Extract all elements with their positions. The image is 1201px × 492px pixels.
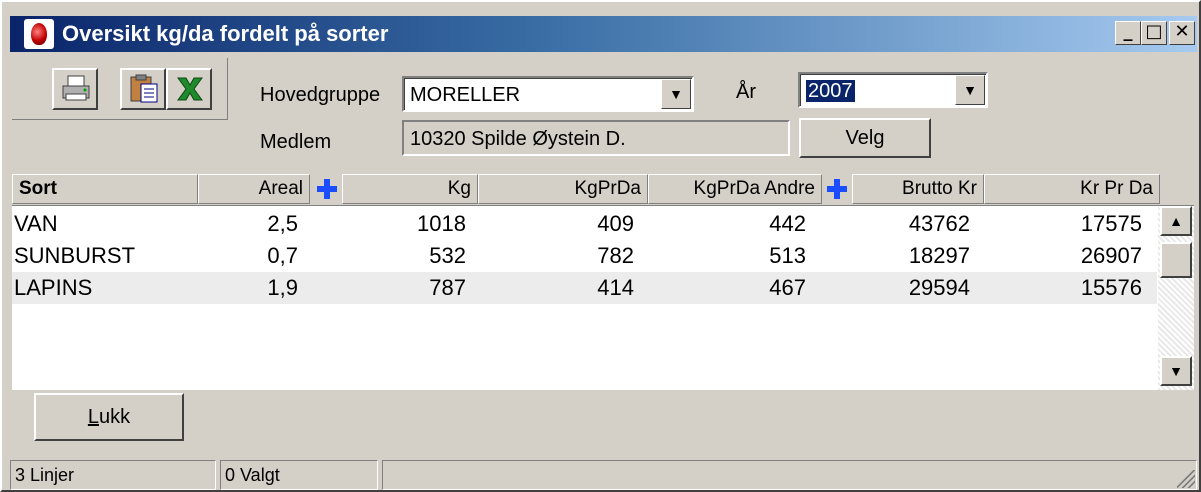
cell-kgprda-andre: 442 (769, 211, 806, 236)
cell-sort: LAPINS (14, 275, 93, 300)
hovedgruppe-value: MORELLER (410, 84, 521, 106)
cell-kgprda-andre: 467 (769, 275, 806, 300)
toolbar (12, 58, 228, 120)
table-row[interactable]: SUNBURST 0,7 532 782 513 18297 26907 (12, 240, 1157, 272)
app-cherry-icon (24, 19, 54, 49)
col-header-kg[interactable]: Kg (342, 174, 478, 204)
lukk-mnemonic: L (87, 406, 99, 428)
plus-icon[interactable] (826, 178, 848, 200)
maximize-button[interactable]: □ (1141, 21, 1167, 45)
aar-value: 2007 (806, 80, 855, 102)
cell-sort: VAN (14, 211, 58, 236)
resize-grip-icon[interactable] (1177, 470, 1195, 488)
grid-header: Sort Areal Kg KgPrDa KgPrDa Andre Brutto… (12, 172, 1194, 206)
col-header-sort[interactable]: Sort (12, 174, 198, 204)
close-button[interactable]: ✕ (1169, 21, 1195, 45)
status-selected: 0 Valgt (220, 460, 378, 490)
minimize-button[interactable]: _ (1115, 21, 1141, 45)
cell-sort: SUNBURST (14, 243, 136, 268)
scroll-thumb[interactable] (1160, 242, 1192, 278)
cell-kgprda-andre: 513 (769, 243, 806, 268)
status-extra (382, 460, 1197, 490)
cell-kr-pr-da: 17575 (1080, 211, 1142, 236)
clipboard-icon (130, 74, 158, 103)
excel-export-button[interactable] (166, 68, 212, 110)
aar-select[interactable]: 2007 ▼ (798, 72, 988, 108)
cell-kgprda: 782 (597, 243, 634, 268)
window-title: Oversikt kg/da fordelt på sorter (62, 21, 389, 46)
cell-brutto-kr: 29594 (908, 275, 970, 300)
aar-label: År (736, 81, 756, 103)
table-row[interactable]: VAN 2,5 1018 409 442 43762 17575 (12, 208, 1157, 240)
hovedgruppe-label: Hovedgruppe (260, 84, 381, 106)
cell-areal: 2,5 (267, 211, 298, 236)
cell-kg: 787 (429, 275, 466, 300)
velg-button[interactable]: Velg (799, 118, 931, 158)
cell-areal: 1,9 (267, 275, 298, 300)
clipboard-button[interactable] (120, 68, 166, 110)
vertical-scrollbar[interactable]: ▲ ▼ (1158, 206, 1194, 390)
lukk-button[interactable]: Lukk (34, 393, 184, 441)
excel-icon (177, 77, 203, 101)
status-lines: 3 Linjer (10, 460, 216, 490)
scroll-down-icon[interactable]: ▼ (1160, 356, 1192, 386)
cell-kg: 532 (429, 243, 466, 268)
col-header-brutto-kr[interactable]: Brutto Kr (852, 174, 984, 204)
table-row[interactable]: LAPINS 1,9 787 414 467 29594 15576 (12, 272, 1157, 304)
col-header-kgprda-andre[interactable]: KgPrDa Andre (648, 174, 822, 204)
cell-kr-pr-da: 15576 (1080, 275, 1142, 300)
main-window: Oversikt kg/da fordelt på sorter _ □ ✕ H… (0, 0, 1201, 492)
cell-areal: 0,7 (267, 243, 298, 268)
status-bar: 3 Linjer 0 Valgt (10, 460, 1197, 490)
cell-brutto-kr: 18297 (908, 243, 970, 268)
hovedgruppe-select[interactable]: MORELLER ▼ (402, 76, 694, 112)
cell-kgprda: 414 (597, 275, 634, 300)
col-header-kr-pr-da[interactable]: Kr Pr Da (984, 174, 1160, 204)
col-header-areal[interactable]: Areal (198, 174, 310, 204)
cell-kg: 1018 (417, 211, 466, 236)
title-bar[interactable]: Oversikt kg/da fordelt på sorter _ □ ✕ (10, 16, 1197, 52)
printer-icon (62, 75, 90, 101)
col-header-kgprda[interactable]: KgPrDa (478, 174, 648, 204)
plus-icon[interactable] (316, 178, 338, 200)
medlem-field: 10320 Spilde Øystein D. (402, 120, 790, 156)
medlem-label: Medlem (260, 131, 332, 153)
lukk-label: ukk (99, 406, 131, 428)
cell-brutto-kr: 43762 (908, 211, 970, 236)
cell-kr-pr-da: 26907 (1080, 243, 1142, 268)
medlem-value: 10320 Spilde Øystein D. (410, 128, 626, 150)
data-grid: Sort Areal Kg KgPrDa KgPrDa Andre Brutto… (12, 172, 1194, 390)
cell-kgprda: 409 (597, 211, 634, 236)
chevron-down-icon[interactable]: ▼ (661, 79, 691, 109)
scroll-up-icon[interactable]: ▲ (1160, 206, 1192, 236)
chevron-down-icon[interactable]: ▼ (955, 75, 985, 105)
print-button[interactable] (52, 68, 98, 110)
